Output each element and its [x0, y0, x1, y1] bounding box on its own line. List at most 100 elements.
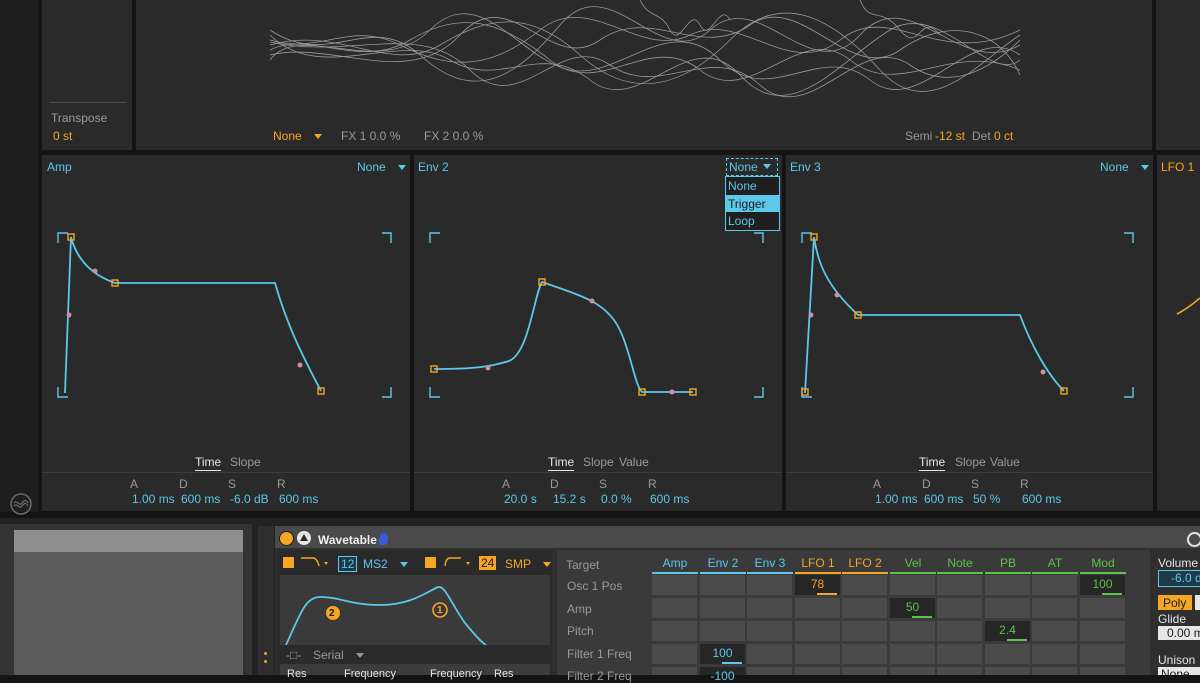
param-value-release[interactable]: 600 ms [650, 492, 689, 506]
matrix-cell[interactable] [700, 575, 745, 595]
param-label-decay: D [550, 477, 559, 491]
matrix-cell[interactable] [937, 575, 982, 595]
matrix-cell[interactable] [937, 598, 982, 618]
matrix-cell[interactable] [1080, 667, 1125, 675]
device-power-icon[interactable] [279, 531, 294, 546]
matrix-cell[interactable] [842, 667, 887, 675]
matrix-cell[interactable] [1032, 598, 1077, 618]
matrix-cell[interactable] [795, 667, 840, 675]
param-value-decay[interactable]: 600 ms [924, 492, 963, 506]
param-value-decay[interactable]: 600 ms [181, 492, 220, 506]
unison-field[interactable]: None [1158, 667, 1200, 675]
tab-value[interactable]: Value [619, 455, 649, 469]
matrix-cell[interactable] [890, 575, 935, 595]
matrix-cell[interactable] [890, 621, 935, 641]
matrix-cell[interactable] [747, 621, 792, 641]
matrix-cell[interactable] [652, 621, 697, 641]
fx-select[interactable]: None [273, 129, 322, 143]
matrix-cell[interactable] [747, 575, 792, 595]
param-value-attack[interactable]: 20.0 s [504, 492, 537, 506]
filter2-slope[interactable]: 24 [479, 556, 496, 570]
matrix-cell[interactable] [1080, 621, 1125, 641]
param-value-decay[interactable]: 15.2 s [553, 492, 586, 506]
matrix-cell[interactable] [747, 598, 792, 618]
glide-field[interactable]: 0.00 ms [1158, 626, 1200, 640]
matrix-cell[interactable] [747, 644, 792, 664]
param-value-sustain[interactable]: 50 % [973, 492, 1000, 506]
poly-button[interactable]: Poly [1158, 595, 1192, 610]
matrix-cell[interactable] [842, 598, 887, 618]
matrix-cell[interactable] [985, 667, 1030, 675]
envelope-graph-amp[interactable] [42, 225, 410, 405]
matrix-cell[interactable] [842, 575, 887, 595]
matrix-cell[interactable] [1080, 598, 1125, 618]
tab-slope[interactable]: Slope [955, 455, 986, 469]
filter-shape-icon[interactable] [299, 555, 333, 569]
filter1-slope[interactable]: 12 [338, 556, 357, 572]
matrix-cell[interactable] [747, 667, 792, 675]
tab-slope[interactable]: Slope [583, 455, 614, 469]
fx1-value[interactable]: FX 1 0.0 % [341, 129, 400, 143]
divider [50, 102, 126, 103]
volume-field[interactable]: -6.0 dB [1158, 570, 1200, 587]
fx2-value[interactable]: FX 2 0.0 % [424, 129, 483, 143]
matrix-cell[interactable] [795, 621, 840, 641]
matrix-cell[interactable] [985, 598, 1030, 618]
matrix-cell[interactable] [937, 621, 982, 641]
envelope-mode-select[interactable]: None [357, 160, 406, 174]
envelope-mode-select[interactable]: None [726, 158, 778, 176]
matrix-cell[interactable] [890, 644, 935, 664]
det-value[interactable]: 0 ct [994, 129, 1013, 143]
param-value-attack[interactable]: 1.00 ms [132, 492, 175, 506]
device-settings-icon[interactable] [1187, 532, 1200, 547]
matrix-cell[interactable] [1032, 621, 1077, 641]
tab-value[interactable]: Value [990, 455, 1020, 469]
tab-slope[interactable]: Slope [230, 455, 261, 469]
matrix-cell[interactable] [985, 575, 1030, 595]
transpose-value[interactable]: 0 st [53, 129, 72, 143]
tab-time[interactable]: Time [548, 455, 575, 471]
param-label-decay: D [922, 477, 931, 491]
dropdown-option-loop[interactable]: Loop [728, 214, 755, 228]
param-value-release[interactable]: 600 ms [279, 492, 318, 506]
matrix-cell[interactable] [1032, 644, 1077, 664]
dropdown-option-trigger[interactable]: Trigger [726, 195, 779, 212]
matrix-cell[interactable] [937, 667, 982, 675]
filter2-toggle[interactable] [425, 557, 436, 568]
matrix-cell[interactable] [1080, 644, 1125, 664]
param-value-sustain[interactable]: -6.0 dB [230, 492, 269, 506]
envelope-graph-env2[interactable] [414, 225, 782, 405]
param-value-sustain[interactable]: 0.0 % [601, 492, 632, 506]
tab-time[interactable]: Time [919, 455, 946, 471]
envelope-graph-env3[interactable] [786, 225, 1153, 405]
filter1-toggle[interactable] [283, 557, 294, 568]
matrix-cell[interactable] [795, 598, 840, 618]
filter-shape-icon[interactable] [441, 555, 475, 569]
matrix-cell[interactable] [937, 644, 982, 664]
matrix-cell[interactable] [652, 667, 697, 675]
routing-select[interactable]: Serial [313, 648, 364, 662]
envelope-mode-select[interactable]: None [1100, 160, 1149, 174]
matrix-cell[interactable] [795, 644, 840, 664]
semi-value[interactable]: -12 st [935, 129, 965, 143]
matrix-cell[interactable] [842, 621, 887, 641]
param-value-attack[interactable]: 1.00 ms [875, 492, 918, 506]
matrix-cell[interactable] [985, 644, 1030, 664]
filter2-type-select[interactable]: SMP [505, 557, 552, 571]
tab-time[interactable]: Time [195, 455, 222, 471]
matrix-cell[interactable] [700, 621, 745, 641]
dropdown-option-none[interactable]: None [728, 179, 757, 193]
matrix-cell[interactable] [1032, 575, 1077, 595]
filter1-type-select[interactable]: MS2 [363, 557, 408, 571]
matrix-cell[interactable] [1032, 667, 1077, 675]
envelope-title: Env 2 [418, 160, 449, 174]
matrix-cell[interactable] [890, 667, 935, 675]
device-expand-icon[interactable] [297, 531, 311, 545]
matrix-cell[interactable] [652, 575, 697, 595]
matrix-cell[interactable] [652, 644, 697, 664]
matrix-cell[interactable] [652, 598, 697, 618]
matrix-cell[interactable] [700, 598, 745, 618]
mono-button[interactable] [1195, 595, 1200, 610]
matrix-cell[interactable] [842, 644, 887, 664]
param-value-release[interactable]: 600 ms [1022, 492, 1061, 506]
